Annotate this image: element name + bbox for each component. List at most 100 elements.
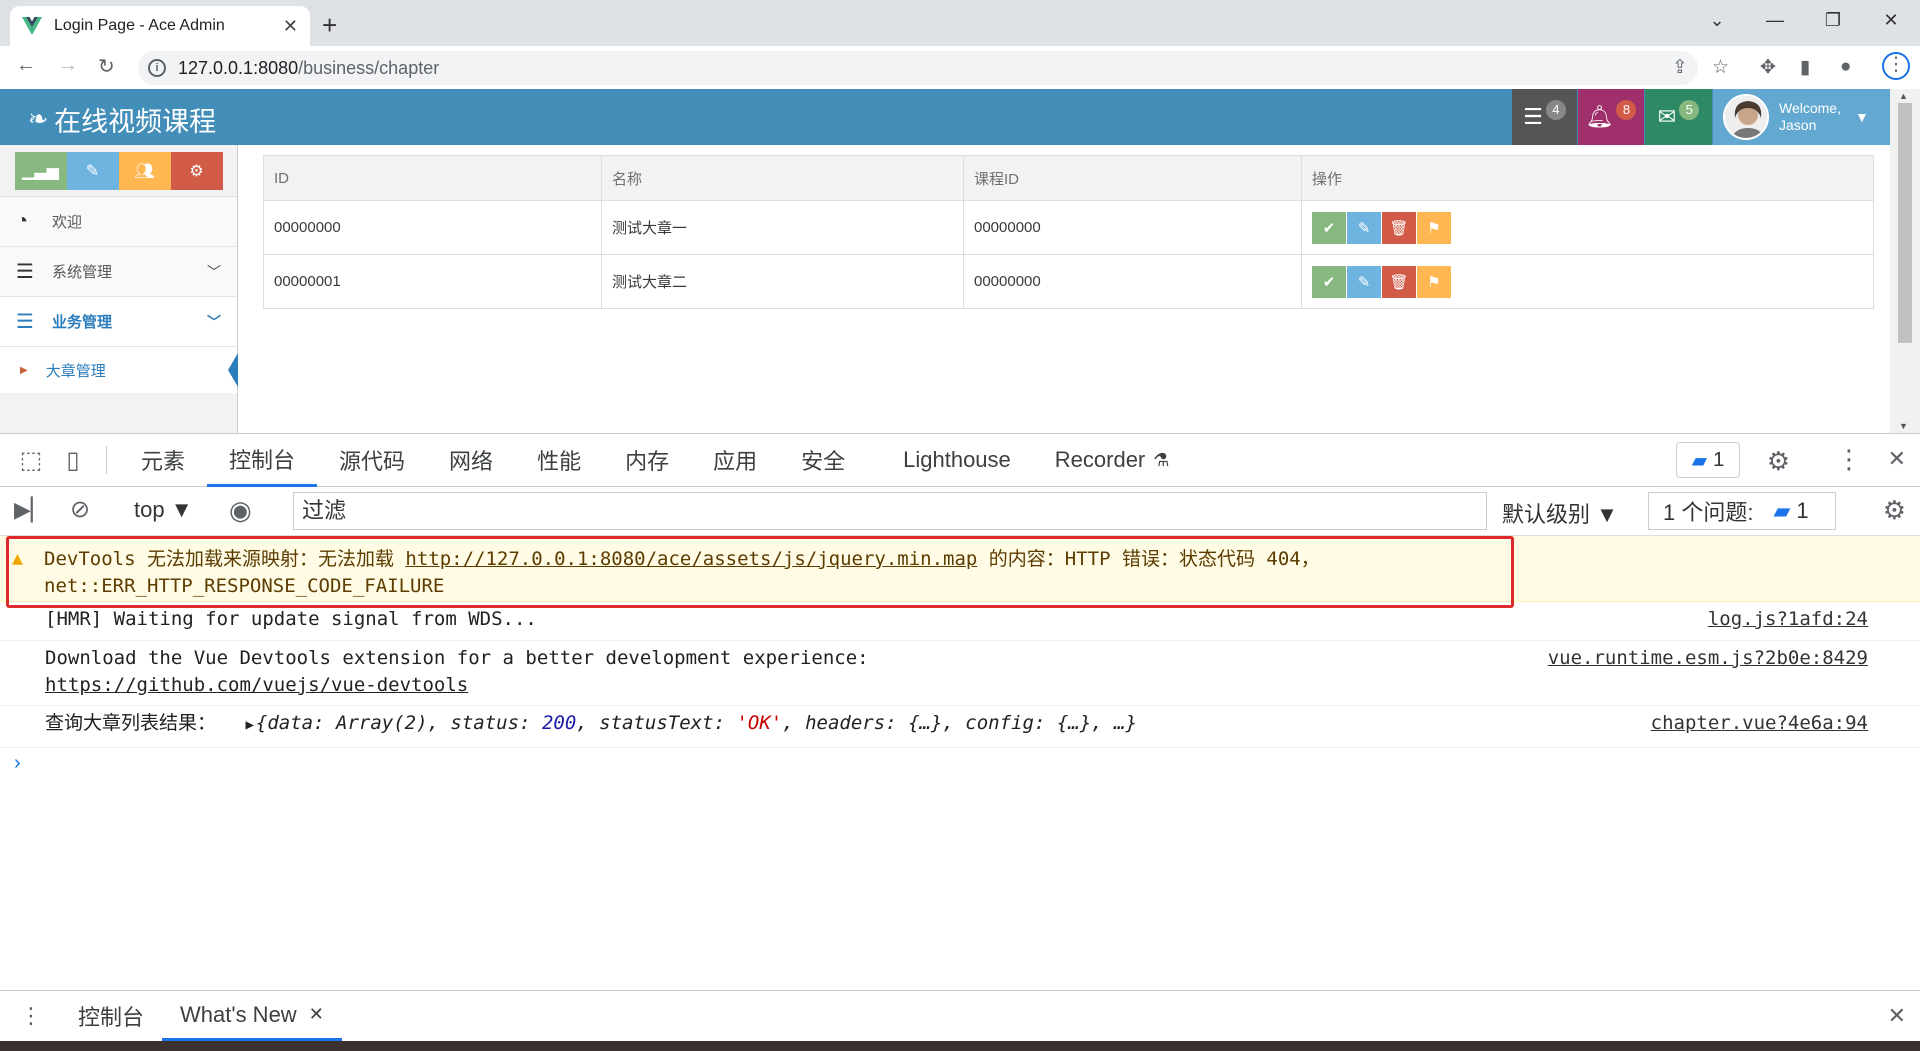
sidebar-item-welcome[interactable]: ◔ 欢迎 (0, 197, 237, 247)
vue-devtools-link[interactable]: https://github.com/vuejs/vue-devtools (45, 674, 468, 696)
tasks-icon: ☰ (1523, 104, 1543, 129)
notifications-button[interactable]: 🔔︎ 8 (1578, 89, 1644, 145)
site-info-icon[interactable]: i (148, 59, 166, 77)
settings-gear-icon[interactable]: ⚙ (1767, 446, 1790, 477)
devtools-tab-bar: ⬚ ▯ 元素 控制台 源代码 网络 性能 内存 应用 安全 Lighthouse… (0, 433, 1920, 487)
welcome-text: Welcome, (1779, 100, 1841, 116)
context-label: top (134, 497, 165, 522)
user-menu[interactable]: Welcome, Jason ▼ (1713, 89, 1890, 145)
cogs-shortcut-icon[interactable]: ⚙ (170, 151, 223, 190)
sidebar-toggle-icon[interactable]: ▶▏ (14, 497, 48, 523)
back-icon[interactable]: ← (16, 54, 36, 77)
sidebar-item-system[interactable]: ☰ 系统管理 ﹀ (0, 247, 237, 297)
pencil-shortcut-icon[interactable]: ✎ (66, 151, 119, 190)
scrollbar-thumb[interactable] (1898, 103, 1912, 343)
delete-button[interactable]: 🗑︎ (1382, 265, 1416, 298)
expand-triangle-icon[interactable]: ▶ (245, 717, 253, 733)
browser-tab[interactable]: Login Page - Ace Admin ✕ (10, 6, 310, 46)
issues-counter[interactable]: 1 个问题: ▰ 1 (1648, 492, 1836, 530)
source-link[interactable]: vue.runtime.esm.js?2b0e:8429 (1548, 645, 1868, 672)
tab-search-icon[interactable]: ⌄ (1688, 0, 1746, 40)
drawer-tab-label: What's New (180, 1001, 297, 1027)
messages-button[interactable]: ✉ 5 (1645, 89, 1712, 145)
edit-button[interactable]: ✎ (1347, 265, 1381, 298)
clear-console-icon[interactable]: ⊘ (70, 495, 90, 524)
console-warning: ▲ DevTools 无法加载来源映射：无法加载 http://127.0.0.… (0, 536, 1920, 608)
check-button[interactable]: ✔ (1312, 211, 1346, 244)
browser-tab-strip: Login Page - Ace Admin ✕ + ⌄ — ❐ ✕ (0, 0, 1920, 46)
tab-elements[interactable]: 元素 (119, 434, 207, 487)
flag-button[interactable]: ⚑ (1417, 211, 1451, 244)
scroll-down-icon[interactable]: ▼ (1899, 421, 1908, 431)
drawer-menu-icon[interactable]: ⋮ (20, 1003, 42, 1029)
tab-recorder[interactable]: Recorder ⚗ (1033, 434, 1192, 487)
source-link[interactable]: chapter.vue?4e6a:94 (1651, 710, 1868, 737)
inspect-element-icon[interactable]: ⬚ (10, 446, 52, 475)
log-levels-label: 默认级别 (1502, 502, 1591, 527)
tab-memory[interactable]: 内存 (603, 434, 691, 487)
issues-button[interactable]: ▰ 1 (1676, 442, 1740, 478)
console-object[interactable]: {data: Array(2), status: 200, statusText… (256, 712, 1137, 734)
browser-menu-icon[interactable]: ⋮ (1882, 52, 1910, 80)
tab-network[interactable]: 网络 (427, 434, 515, 487)
user-info: Welcome, Jason (1779, 100, 1841, 134)
page-scrollbar[interactable]: ▲ ▼ (1890, 89, 1920, 433)
table-row: 00000001 测试大章二 00000000 ✔ ✎ 🗑︎ ⚑ (263, 254, 1874, 309)
console-settings-icon[interactable]: ⚙ (1883, 495, 1906, 526)
tasks-button[interactable]: ☰ 4 (1512, 89, 1577, 145)
extensions-icon[interactable]: ✥ (1760, 56, 1776, 79)
close-drawer-icon[interactable]: ✕ (1888, 1003, 1906, 1029)
tab-recorder-label: Recorder (1054, 447, 1146, 472)
cell-id: 00000001 (263, 254, 602, 309)
close-window-icon[interactable]: ✕ (1862, 0, 1920, 40)
list-icon: ☰ (16, 311, 34, 333)
delete-button[interactable]: 🗑︎ (1382, 211, 1416, 244)
close-tab-icon[interactable]: ✕ (309, 1004, 324, 1025)
sidebar-item-business[interactable]: ☰ 业务管理 ﹀ (0, 297, 237, 347)
tab-console[interactable]: 控制台 (207, 434, 318, 487)
side-panel-icon[interactable]: ▮ (1800, 56, 1810, 79)
tab-lighthouse[interactable]: Lighthouse (881, 434, 1033, 487)
edit-button[interactable]: ✎ (1347, 211, 1381, 244)
close-devtools-icon[interactable]: ✕ (1888, 446, 1906, 472)
tab-performance[interactable]: 性能 (515, 434, 603, 487)
bookmark-star-icon[interactable]: ☆ (1712, 56, 1729, 79)
minimize-icon[interactable]: — (1746, 0, 1804, 40)
check-button[interactable]: ✔ (1312, 265, 1346, 298)
drawer-tab-whats-new[interactable]: What's New ✕ (162, 991, 342, 1041)
flag-button[interactable]: ⚑ (1417, 265, 1451, 298)
restore-icon[interactable]: ❐ (1804, 0, 1862, 40)
forward-icon[interactable]: → (58, 54, 78, 77)
device-toolbar-icon[interactable]: ▯ (52, 446, 94, 475)
console-message: 查询大章列表结果： ▶ {data: Array(2), status: 200,… (0, 706, 1920, 748)
tab-security[interactable]: 安全 (779, 434, 867, 487)
brand[interactable]: ❧ 在线视频课程 (28, 100, 216, 139)
profile-icon[interactable]: ● (1840, 56, 1851, 78)
sidebar-subitem-chapter[interactable]: ▶ 大章管理 (0, 347, 238, 393)
more-options-icon[interactable]: ⋮ (1836, 444, 1862, 475)
bell-icon: 🔔︎ (1585, 104, 1614, 129)
flask-icon: ⚗ (1153, 449, 1170, 470)
reload-icon[interactable]: ↻ (98, 54, 115, 79)
close-tab-icon[interactable]: ✕ (283, 16, 298, 37)
new-tab-icon[interactable]: + (322, 10, 337, 41)
share-icon[interactable]: ⇪ (1672, 56, 1688, 79)
chart-shortcut-icon[interactable]: ▁▃▅ (14, 151, 67, 190)
log-levels-dropdown[interactable]: 默认级别 ▼ (1502, 497, 1618, 529)
tab-application[interactable]: 应用 (691, 434, 779, 487)
drawer-tab-console[interactable]: 控制台 (60, 991, 162, 1041)
tab-sources[interactable]: 源代码 (317, 434, 427, 487)
users-shortcut-icon[interactable]: 👥︎ (118, 151, 171, 190)
context-selector[interactable]: top ▼ (134, 497, 192, 523)
scroll-up-icon[interactable]: ▲ (1899, 91, 1908, 101)
column-header-actions: 操作 (1301, 155, 1874, 201)
eye-icon[interactable]: ◉ (229, 495, 252, 526)
filter-input[interactable]: 过滤 (293, 492, 1487, 530)
active-indicator (228, 353, 238, 387)
source-link[interactable]: log.js?1afd:24 (1708, 606, 1868, 633)
console-prompt-icon[interactable]: › (14, 752, 21, 775)
devtools-drawer: ⋮ 控制台 What's New ✕ ✕ (0, 990, 1920, 1041)
divider (106, 446, 107, 474)
address-bar[interactable]: i 127.0.0.1:8080/business/chapter (138, 51, 1698, 85)
message-icon: ▰ (1773, 498, 1791, 523)
